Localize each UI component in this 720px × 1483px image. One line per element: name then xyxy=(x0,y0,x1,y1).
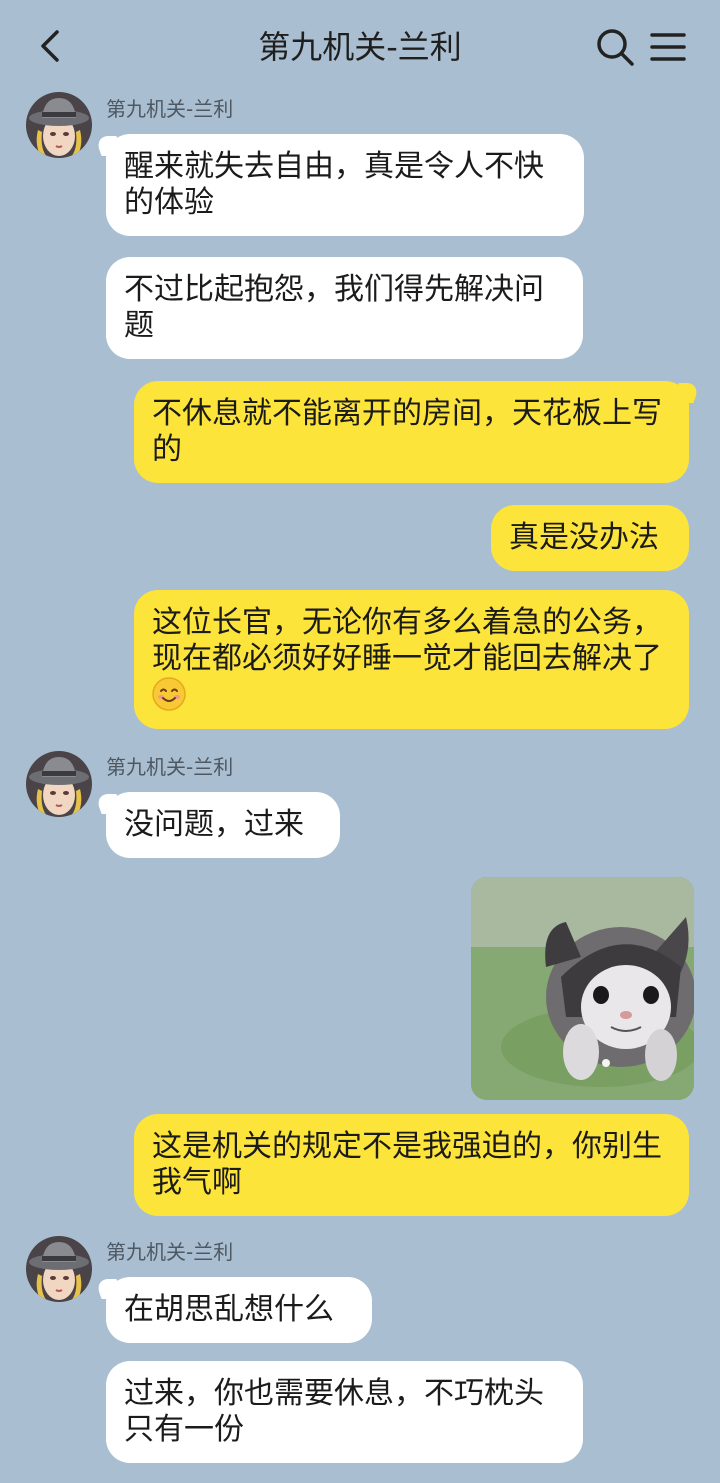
avatar[interactable] xyxy=(26,1236,92,1302)
sender-name: 第九机关-兰利 xyxy=(106,755,234,779)
avatar-portrait-icon xyxy=(26,92,92,158)
message-bubble-incoming[interactable]: 没问题，过来 xyxy=(106,792,340,858)
message-text: 这位长官，无论你有多么着急的公务，现在都必须好好睡一觉才能回去解决了 xyxy=(152,605,662,676)
search-icon[interactable] xyxy=(594,26,636,68)
message-bubble-outgoing[interactable]: 这是机关的规定不是我强迫的，你别生我气啊 xyxy=(134,1114,689,1216)
message-bubble-outgoing[interactable]: 这位长官，无论你有多么着急的公务，现在都必须好好睡一觉才能回去解决了 xyxy=(134,590,689,729)
message-bubble-incoming[interactable]: 醒来就失去自由，真是令人不快的体验 xyxy=(106,134,584,236)
avatar-portrait-icon xyxy=(26,751,92,817)
cat-sticker-icon xyxy=(471,877,694,1100)
message-bubble-outgoing[interactable]: 真是没办法 xyxy=(491,505,689,571)
menu-icon[interactable] xyxy=(648,28,688,66)
sender-name: 第九机关-兰利 xyxy=(106,1240,234,1264)
message-bubble-incoming[interactable]: 过来，你也需要休息，不巧枕头只有一份 xyxy=(106,1361,583,1463)
chat-screen: 第九机关-兰利 第九机关-兰利 醒来就失去自由，真是令人不快的体验 不过比起抱怨… xyxy=(0,0,720,1483)
avatar[interactable] xyxy=(26,751,92,817)
avatar-portrait-icon xyxy=(26,1236,92,1302)
message-bubble-incoming[interactable]: 不过比起抱怨，我们得先解决问题 xyxy=(106,257,583,359)
chat-header: 第九机关-兰利 xyxy=(0,0,720,96)
sender-name: 第九机关-兰利 xyxy=(106,97,234,121)
smiling-face-emoji-icon xyxy=(152,677,186,711)
message-bubble-outgoing[interactable]: 不休息就不能离开的房间，天花板上写的 xyxy=(134,381,689,483)
message-bubble-incoming[interactable]: 在胡思乱想什么 xyxy=(106,1277,372,1343)
cat-sticker-image[interactable] xyxy=(471,877,694,1100)
avatar[interactable] xyxy=(26,92,92,158)
